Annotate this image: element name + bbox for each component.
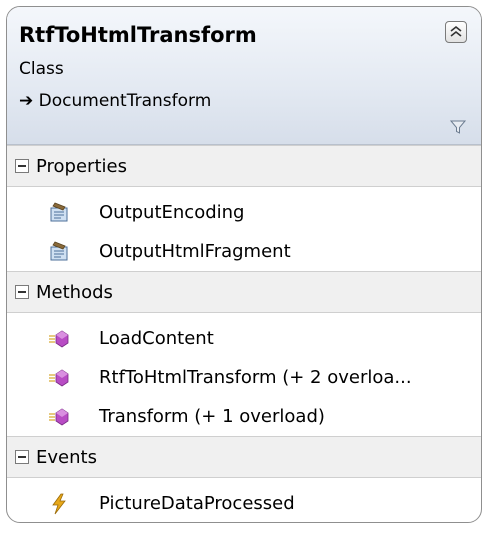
member-method[interactable]: LoadContent <box>7 319 481 358</box>
member-label: LoadContent <box>99 328 214 349</box>
section-properties[interactable]: Properties <box>7 145 481 187</box>
section-methods[interactable]: Methods <box>7 271 481 313</box>
member-label: RtfToHtmlTransform (+ 2 overloa... <box>99 367 412 388</box>
collapse-toggle[interactable] <box>15 285 29 299</box>
method-icon <box>49 408 69 426</box>
lightning-bolt-icon <box>52 493 66 515</box>
member-method[interactable]: RtfToHtmlTransform (+ 2 overloa... <box>7 358 481 397</box>
property-icon <box>50 241 68 261</box>
member-label: OutputHtmlFragment <box>99 241 291 262</box>
method-icon <box>49 369 69 387</box>
member-method[interactable]: Transform (+ 1 overload) <box>7 397 481 436</box>
class-kind: Class <box>19 59 64 79</box>
section-events[interactable]: Events <box>7 436 481 478</box>
collapse-button[interactable] <box>445 21 467 43</box>
method-icon <box>49 330 69 348</box>
section-title: Methods <box>36 282 113 303</box>
collapse-toggle[interactable] <box>15 159 29 173</box>
collapse-toggle[interactable] <box>15 450 29 464</box>
member-event[interactable]: PictureDataProcessed <box>7 484 481 522</box>
member-property[interactable]: OutputHtmlFragment <box>7 232 481 271</box>
member-label: OutputEncoding <box>99 202 245 223</box>
member-label: PictureDataProcessed <box>99 493 295 514</box>
base-class: ➔ DocumentTransform <box>19 91 212 111</box>
filter-icon[interactable] <box>449 118 467 136</box>
class-header[interactable]: RtfToHtmlTransform Class ➔ DocumentTrans… <box>7 7 481 145</box>
property-icon <box>50 202 68 222</box>
member-property[interactable]: OutputEncoding <box>7 193 481 232</box>
member-label: Transform (+ 1 overload) <box>99 406 325 427</box>
section-title: Events <box>36 447 97 468</box>
section-title: Properties <box>36 156 127 177</box>
class-shape[interactable]: RtfToHtmlTransform Class ➔ DocumentTrans… <box>6 6 482 523</box>
class-name: RtfToHtmlTransform <box>19 23 257 47</box>
chevron-up-double-icon <box>450 25 462 37</box>
